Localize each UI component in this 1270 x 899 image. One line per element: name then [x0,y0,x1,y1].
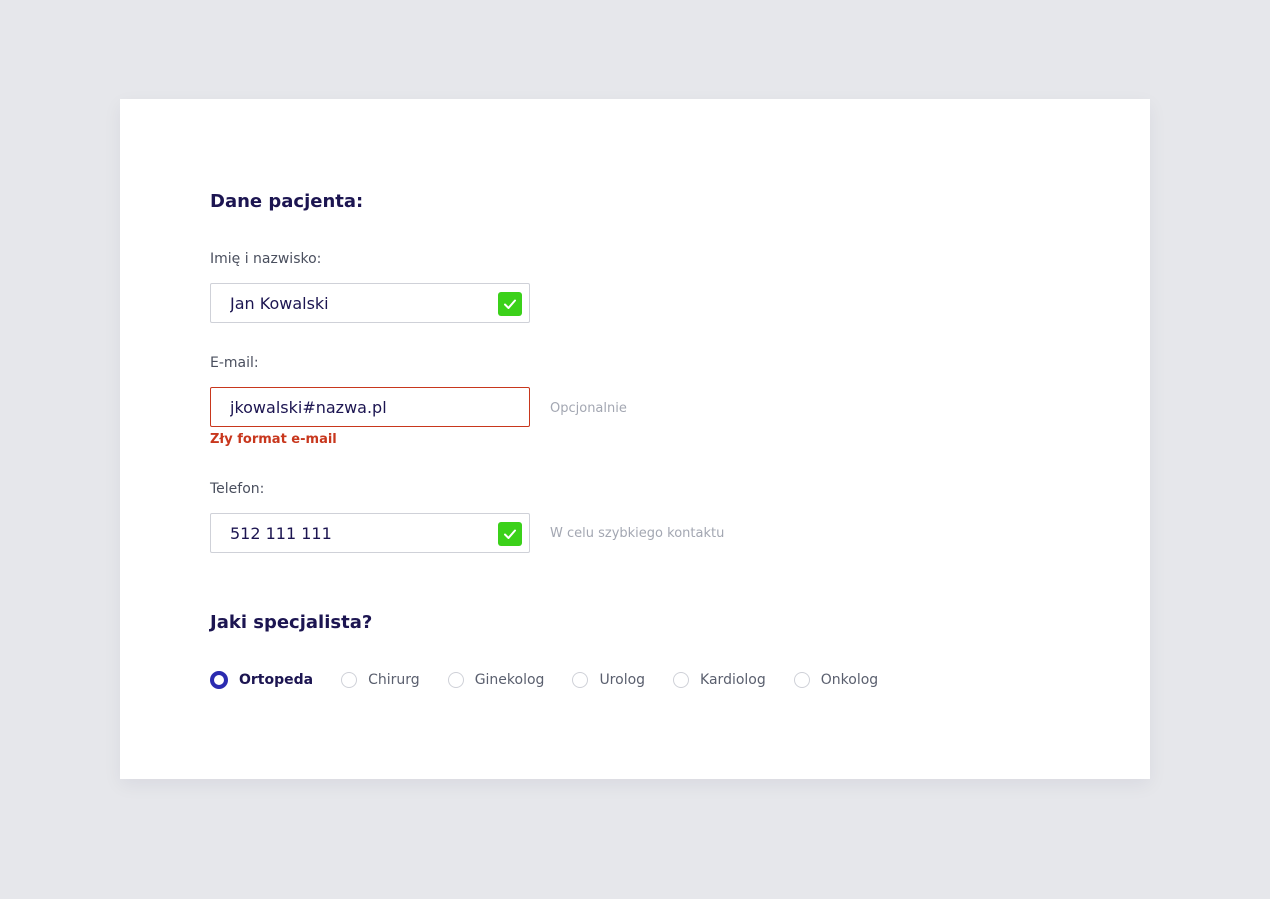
radio-option-ginekolog[interactable]: Ginekolog [447,671,545,689]
phone-contact-hint: W celu szybkiego kontaktu [550,526,725,541]
email-field-box [210,387,530,427]
name-valid-check-icon [498,292,522,316]
radio-option-kardiolog[interactable]: Kardiolog [673,671,766,689]
email-error-message: Zły format e-mail [210,432,337,447]
radio-label: Ginekolog [474,672,545,688]
phone-label: Telefon: [210,481,265,497]
radio-button[interactable] [341,672,358,688]
radio-label: Onkolog [820,672,879,688]
email-label: E-mail: [210,355,259,371]
radio-button[interactable] [210,671,228,689]
radio-label: Chirurg [368,672,420,688]
email-input[interactable] [211,388,529,426]
radio-button[interactable] [572,672,589,688]
phone-input[interactable] [211,514,529,552]
radio-option-urolog[interactable]: Urolog [572,671,645,689]
radio-option-ortopeda[interactable]: Ortopeda [210,671,313,689]
specialist-radio-group: Ortopeda Chirurg Ginekolog Urolog Kardio… [210,669,906,691]
patient-section-title: Dane pacjenta: [210,191,364,212]
phone-valid-check-icon [498,522,522,546]
name-input[interactable] [211,284,529,322]
radio-option-chirurg[interactable]: Chirurg [341,671,420,689]
radio-button[interactable] [447,672,464,688]
name-field-box [210,283,530,323]
email-optional-hint: Opcjonalnie [550,401,627,416]
radio-label: Ortopeda [239,672,314,688]
specialist-section-title: Jaki specjalista? [210,612,373,633]
name-label: Imię i nazwisko: [210,251,322,267]
radio-option-onkolog[interactable]: Onkolog [793,671,879,689]
radio-label: Urolog [599,672,646,688]
patient-form-card: Dane pacjenta: Imię i nazwisko: E-mail: … [120,99,1150,779]
radio-button[interactable] [673,672,690,688]
radio-button[interactable] [793,672,810,688]
radio-label: Kardiolog [700,672,766,688]
phone-field-box [210,513,530,553]
